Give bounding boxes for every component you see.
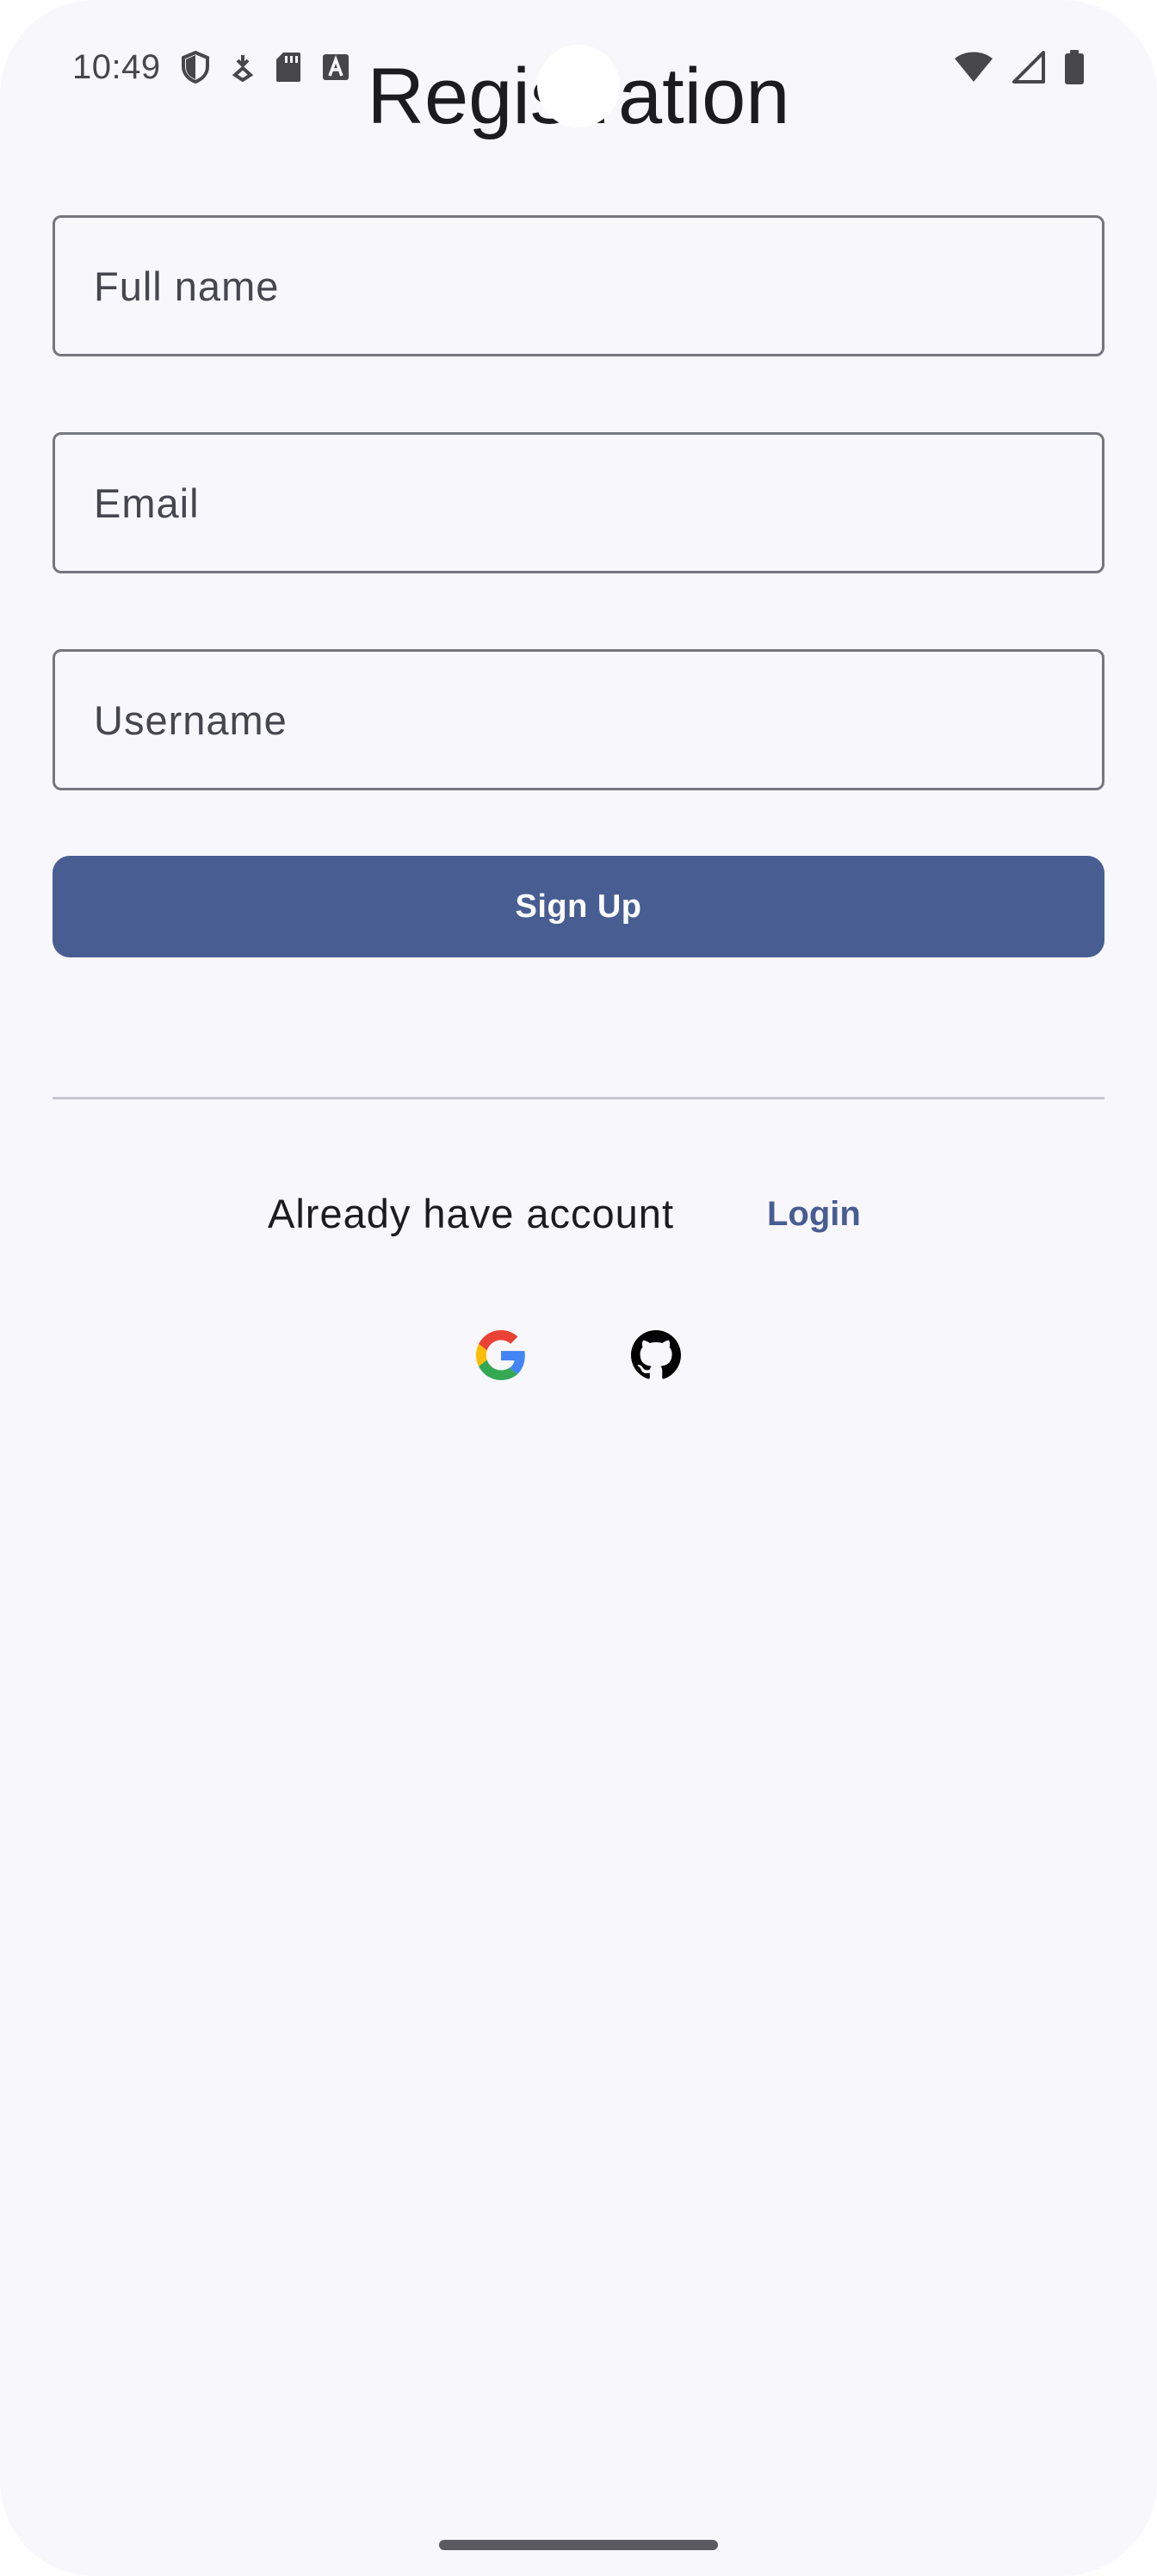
divider	[53, 1097, 1104, 1099]
google-signin-button[interactable]	[475, 1329, 527, 1381]
email-field[interactable]	[53, 432, 1104, 573]
camera-cutout	[537, 45, 620, 127]
full-name-field[interactable]	[53, 215, 1104, 356]
login-link[interactable]: Login	[767, 1188, 861, 1240]
signup-button[interactable]: Sign Up	[53, 856, 1104, 957]
account-row: Already have account Login	[0, 1188, 1157, 1240]
home-indicator[interactable]	[439, 2540, 718, 2550]
github-signin-button[interactable]	[630, 1329, 682, 1381]
username-field[interactable]	[53, 649, 1104, 790]
github-icon	[631, 1330, 681, 1379]
email-input[interactable]	[55, 435, 1102, 571]
phone-screen: 10:49 Registration	[0, 0, 1157, 2576]
account-prompt: Already have account	[268, 1191, 675, 1236]
full-name-input[interactable]	[55, 218, 1102, 354]
username-input[interactable]	[55, 652, 1102, 788]
google-icon	[476, 1330, 525, 1380]
